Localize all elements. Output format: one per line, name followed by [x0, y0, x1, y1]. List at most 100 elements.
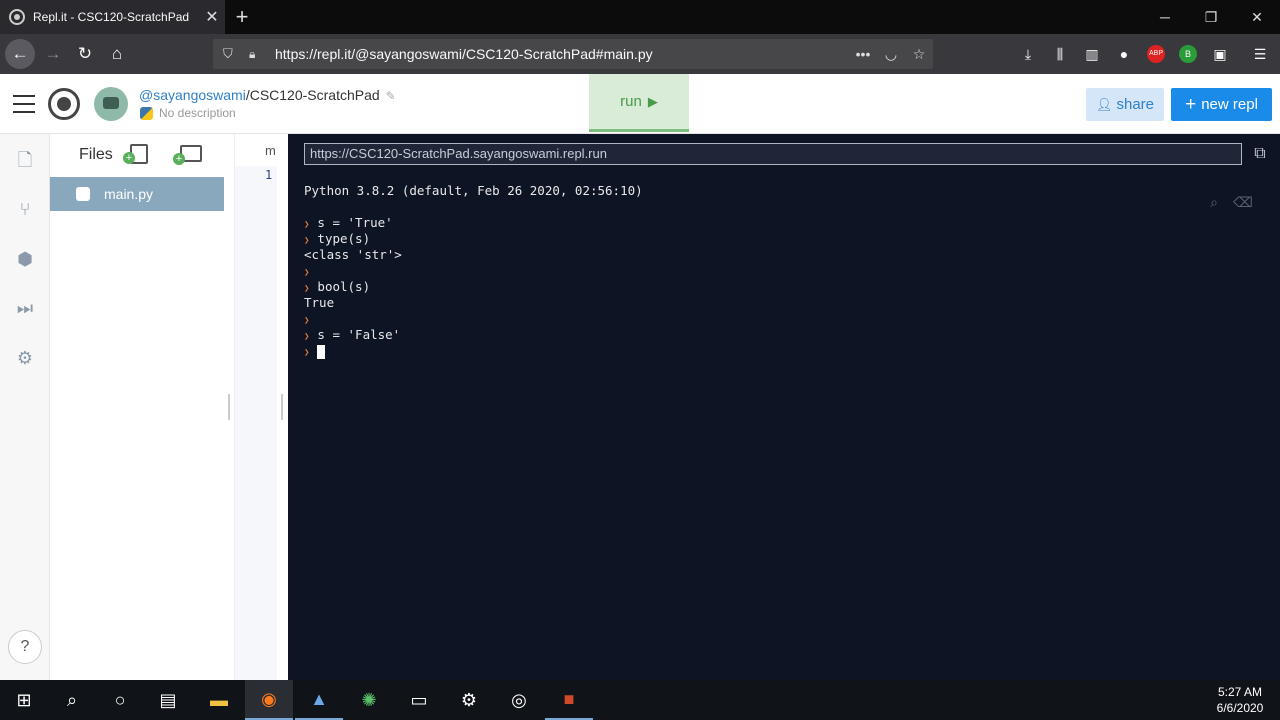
- tab-title: Repl.it - CSC120-ScratchPad: [33, 10, 190, 24]
- extension-icon[interactable]: ▣: [1211, 45, 1229, 63]
- bookmark-star-icon[interactable]: ☆: [905, 46, 933, 63]
- console-input-line: ❯ s = 'False': [304, 327, 643, 343]
- console-line-text: type(s): [317, 231, 371, 246]
- library-icon[interactable]: ⫼: [1051, 45, 1069, 63]
- pocket-icon[interactable]: ◡: [877, 46, 905, 63]
- home-icon[interactable]: ⌂: [102, 39, 132, 69]
- tab-close-icon[interactable]: ✕: [199, 7, 225, 27]
- restore-button[interactable]: ❐: [1188, 0, 1234, 34]
- browser-titlebar: Repl.it - CSC120-ScratchPad ✕ + ─ ❐ ✕: [0, 0, 1280, 34]
- prompt-chevron-icon: ❯: [304, 316, 310, 326]
- new-tab-button[interactable]: +: [230, 3, 254, 31]
- console-panel[interactable]: https://CSC120-ScratchPad.sayangoswami.r…: [288, 134, 1280, 680]
- search-icon[interactable]: ⌕: [48, 680, 96, 720]
- run-button[interactable]: run ▶: [589, 74, 689, 132]
- console-input-line: ❯ s = 'True': [304, 215, 643, 231]
- panel-resize-handle[interactable]: [228, 394, 230, 420]
- console-search-icon[interactable]: ⌕: [1204, 194, 1224, 210]
- windows-taskbar: ⊞ ⌕ ○ ▤ ▬ ◉ ▲ ✺ ▭ ⚙ ◎ ■ 5:27 AM 6/6/2020: [0, 680, 1280, 720]
- settings-gear-icon[interactable]: ⚙: [13, 346, 37, 370]
- settings-icon[interactable]: ⚙: [445, 680, 493, 720]
- reload-icon[interactable]: ↻: [70, 39, 100, 69]
- repl-name: @sayangoswami/CSC120-ScratchPad ✎: [139, 87, 396, 103]
- repl-header: @sayangoswami/CSC120-ScratchPad ✎ No desc…: [0, 74, 1280, 134]
- page-actions-icon[interactable]: •••: [849, 46, 877, 62]
- windows-start-icon[interactable]: ⊞: [0, 680, 48, 720]
- python-file-icon: [76, 187, 90, 201]
- url-text[interactable]: https://repl.it/@sayangoswami/CSC120-Scr…: [275, 46, 849, 62]
- sidebar-icon[interactable]: ▥: [1083, 45, 1101, 63]
- file-name: main.py: [104, 186, 154, 202]
- console-active-prompt[interactable]: ❯: [304, 343, 643, 359]
- debugger-icon[interactable]: ⏭︎: [13, 296, 37, 320]
- console-output-line: True: [304, 295, 643, 311]
- file-item-main-py[interactable]: main.py: [50, 177, 224, 211]
- new-repl-button[interactable]: + new repl: [1171, 88, 1272, 121]
- task-view-icon[interactable]: ▤: [144, 680, 192, 720]
- run-label: run: [620, 93, 642, 110]
- username-link[interactable]: @sayangoswami: [139, 87, 246, 103]
- line-number: 1: [265, 168, 273, 182]
- prompt-chevron-icon: ❯: [304, 348, 310, 358]
- cortana-icon[interactable]: ○: [96, 680, 144, 720]
- editor-tab[interactable]: m: [265, 143, 276, 158]
- replit-logo-icon[interactable]: [48, 88, 80, 120]
- repl-run-url[interactable]: https://CSC120-ScratchPad.sayangoswami.r…: [304, 143, 1242, 165]
- hamburger-menu-icon[interactable]: [13, 95, 35, 113]
- lock-icon[interactable]: 🔒︎: [249, 47, 265, 62]
- prompt-chevron-icon: ❯: [304, 284, 310, 294]
- browser-tab-active[interactable]: Repl.it - CSC120-ScratchPad ✕: [0, 0, 225, 34]
- files-icon[interactable]: 🗋︎: [13, 148, 37, 172]
- pencil-icon[interactable]: ✎: [386, 89, 396, 103]
- console-output-line: <class 'str'>: [304, 247, 643, 263]
- editor-resize-handle[interactable]: [281, 394, 283, 420]
- add-file-icon[interactable]: [123, 144, 148, 164]
- forward-arrow-icon[interactable]: →: [38, 39, 68, 69]
- powerpoint-icon[interactable]: ■: [545, 680, 593, 720]
- close-window-button[interactable]: ✕: [1234, 0, 1280, 34]
- help-button[interactable]: ?: [8, 630, 42, 664]
- add-folder-icon[interactable]: [173, 145, 202, 165]
- file-explorer-icon[interactable]: ▬: [195, 680, 243, 720]
- console-line-text: <class 'str'>: [304, 247, 402, 262]
- adblock-icon[interactable]: ABP: [1147, 45, 1165, 63]
- repl-description[interactable]: No description: [140, 106, 236, 120]
- menu-icon[interactable]: ☰: [1251, 45, 1269, 63]
- clear-console-icon[interactable]: ⌫: [1233, 194, 1253, 210]
- back-arrow-icon[interactable]: ←: [5, 39, 35, 69]
- new-repl-label: new repl: [1201, 96, 1258, 113]
- downloads-icon[interactable]: ⤓: [1019, 45, 1037, 63]
- description-text: No description: [159, 106, 236, 120]
- browser-navbar: ← → ↻ ⌂ ⛉ 🔒︎ https://repl.it/@sayangoswa…: [0, 34, 1280, 74]
- minimize-button[interactable]: ─: [1142, 0, 1188, 34]
- atom-icon[interactable]: ✺: [345, 680, 393, 720]
- play-icon: ▶: [647, 93, 658, 109]
- account-icon[interactable]: ●: [1115, 45, 1133, 63]
- editor-gutter: [235, 166, 277, 680]
- user-avatar[interactable]: [94, 87, 128, 121]
- tracking-shield-icon[interactable]: ⛉: [223, 46, 239, 62]
- prompt-chevron-icon: ❯: [304, 236, 310, 246]
- app-icon[interactable]: ▲: [295, 680, 343, 720]
- left-icon-rail: 🗋︎ ⑂ ⬢ ⏭︎ ⚙ ?: [0, 134, 50, 680]
- open-in-new-tab-icon[interactable]: ⧉: [1250, 144, 1270, 164]
- share-button[interactable]: 👤︎ share: [1086, 88, 1164, 121]
- packages-icon[interactable]: ⬢: [13, 247, 37, 271]
- console-line-text: bool(s): [317, 279, 371, 294]
- extension-b-icon[interactable]: B: [1179, 45, 1197, 63]
- console-output[interactable]: Python 3.8.2 (default, Feb 26 2020, 02:5…: [304, 183, 643, 359]
- code-editor[interactable]: m 1: [234, 134, 288, 680]
- project-name[interactable]: /CSC120-ScratchPad: [246, 87, 380, 103]
- taskbar-clock[interactable]: 5:27 AM 6/6/2020: [1208, 684, 1272, 716]
- terminal-icon[interactable]: ▭: [395, 680, 443, 720]
- console-banner: Python 3.8.2 (default, Feb 26 2020, 02:5…: [304, 183, 643, 198]
- version-control-icon[interactable]: ⑂: [13, 197, 37, 221]
- console-line-text: s = 'True': [317, 215, 393, 230]
- obs-icon[interactable]: ◎: [495, 680, 543, 720]
- address-bar[interactable]: ⛉ 🔒︎ https://repl.it/@sayangoswami/CSC12…: [213, 39, 933, 69]
- clock-date: 6/6/2020: [1216, 701, 1264, 715]
- firefox-icon[interactable]: ◉: [245, 680, 293, 720]
- text-cursor: [317, 344, 326, 359]
- console-line-text: True: [304, 295, 335, 310]
- prompt-chevron-icon: ❯: [304, 268, 310, 278]
